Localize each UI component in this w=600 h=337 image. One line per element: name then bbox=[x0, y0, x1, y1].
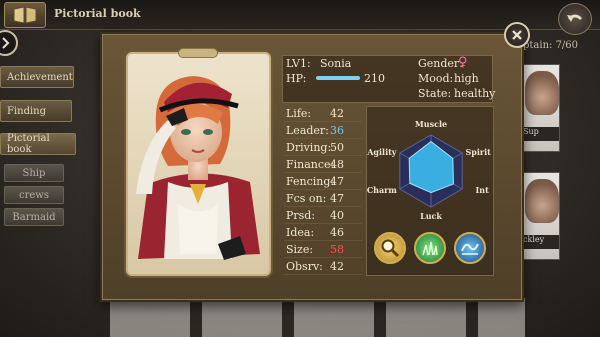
book-button[interactable] bbox=[4, 2, 46, 28]
hp-label: HP: bbox=[286, 72, 307, 85]
subtab-ship[interactable]: Ship bbox=[4, 164, 64, 182]
subtab-barmaid[interactable]: Barmaid bbox=[4, 208, 64, 226]
crew-name: Sup bbox=[519, 127, 559, 141]
stat-label: Fcs on: bbox=[286, 192, 327, 205]
close-button[interactable] bbox=[504, 22, 530, 48]
back-arrow-icon bbox=[567, 14, 582, 22]
stat-row: Fcs on: 47 bbox=[284, 191, 362, 207]
mood-value: high bbox=[454, 72, 479, 85]
stat-row: Life: 42 bbox=[284, 106, 362, 122]
stat-row: Driving: 50 bbox=[284, 140, 362, 156]
female-icon: ♀ bbox=[458, 55, 468, 70]
radar-label: Luck bbox=[420, 211, 442, 221]
stat-value: 48 bbox=[330, 158, 344, 171]
stat-row: Fencing: 47 bbox=[284, 174, 362, 190]
tab-label: Finding bbox=[7, 105, 47, 117]
level-label: LV1: bbox=[286, 57, 311, 70]
crew-portrait bbox=[525, 179, 559, 223]
tab-label: Pictorial book bbox=[7, 133, 50, 155]
radar-label: Int bbox=[476, 185, 490, 195]
crew-card[interactable]: Sup bbox=[518, 64, 560, 152]
grass-skill-button[interactable] bbox=[414, 232, 446, 264]
subtab-label: crews bbox=[19, 189, 49, 201]
grass-icon bbox=[422, 241, 438, 256]
character-name: Sonia bbox=[320, 57, 352, 70]
subtab-label: Barmaid bbox=[12, 211, 56, 223]
stat-label: Size: bbox=[286, 243, 314, 256]
card-strip bbox=[110, 298, 525, 337]
radar-label: Charm bbox=[367, 185, 397, 195]
stat-value: 58 bbox=[330, 243, 344, 256]
stat-row: Idea: 46 bbox=[284, 225, 362, 241]
radar-label: Muscle bbox=[415, 119, 447, 129]
gender-label: Gender: bbox=[418, 57, 463, 70]
stat-value: 47 bbox=[330, 175, 344, 188]
captain-count: ptain: 7/60 bbox=[523, 40, 579, 51]
page-title: Pictorial book bbox=[54, 7, 141, 20]
back-button[interactable] bbox=[558, 3, 592, 35]
subtab-label: Ship bbox=[22, 167, 46, 179]
tab-pictorial-book[interactable]: Pictorial book bbox=[0, 133, 76, 155]
character-portrait-frame bbox=[126, 52, 271, 276]
crew-card[interactable]: ckley bbox=[518, 172, 560, 260]
tab-achievement[interactable]: Achievement bbox=[0, 66, 74, 88]
stat-row: Prsd: 40 bbox=[284, 208, 362, 224]
stat-value: 40 bbox=[330, 209, 344, 222]
magnifier-skill-button[interactable] bbox=[374, 232, 406, 264]
character-portrait bbox=[136, 76, 260, 260]
tab-label: Achievement bbox=[7, 71, 73, 83]
hp-bar bbox=[316, 76, 362, 80]
wave-icon bbox=[461, 243, 479, 255]
stat-value: 42 bbox=[330, 107, 344, 120]
stat-label: Finance: bbox=[286, 158, 335, 171]
subtab-crews[interactable]: crews bbox=[4, 186, 64, 204]
water-skill-button[interactable] bbox=[454, 232, 486, 264]
close-icon bbox=[512, 30, 522, 40]
stat-label: Driving: bbox=[286, 141, 332, 154]
radar-label: Agility bbox=[367, 147, 397, 157]
book-icon bbox=[13, 6, 37, 24]
stat-row: Finance: 48 bbox=[284, 157, 362, 173]
stat-row: Obsrv: 42 bbox=[284, 259, 362, 275]
stat-label: Leader: bbox=[286, 124, 329, 137]
state-value: healthy bbox=[454, 87, 496, 100]
stat-label: Idea: bbox=[286, 226, 315, 239]
hp-value: 210 bbox=[364, 72, 385, 85]
stats-list: Life: 42 Leader: 36 Driving: 50 Finance: 48 Fenc… bbox=[284, 106, 362, 276]
state-label: State: bbox=[418, 87, 452, 100]
stat-value: 50 bbox=[330, 141, 344, 154]
magnifier-icon bbox=[381, 239, 400, 258]
stat-label: Fencing: bbox=[286, 175, 335, 188]
mood-label: Mood: bbox=[418, 72, 454, 85]
chevron-right-icon bbox=[2, 37, 10, 49]
stat-value: 47 bbox=[330, 192, 344, 205]
stat-row: Size: 58 bbox=[284, 242, 362, 258]
stat-row: Leader: 36 bbox=[284, 123, 362, 139]
stat-label: Prsd: bbox=[286, 209, 316, 222]
frame-ornament bbox=[178, 48, 218, 58]
radar-chart: Muscle Spirit Int Luck Charm Agility bbox=[366, 119, 491, 221]
radar-label: Spirit bbox=[465, 147, 491, 157]
hp-bar-fill bbox=[316, 76, 360, 80]
stat-value: 46 bbox=[330, 226, 344, 239]
stat-label: Obsrv: bbox=[286, 260, 323, 273]
tab-finding[interactable]: Finding bbox=[0, 100, 72, 122]
stat-label: Life: bbox=[286, 107, 312, 120]
crew-name: ckley bbox=[519, 235, 559, 249]
stat-value: 36 bbox=[330, 124, 344, 137]
crew-portrait bbox=[525, 71, 559, 115]
stat-value: 42 bbox=[330, 260, 344, 273]
